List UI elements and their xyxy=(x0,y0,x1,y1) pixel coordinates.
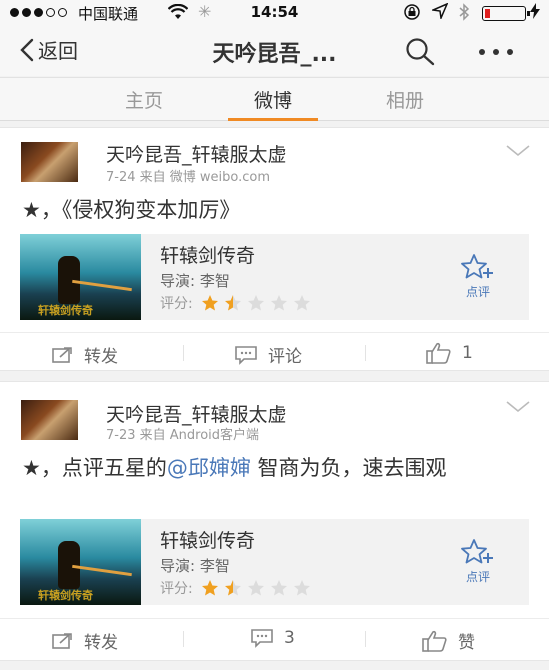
star-icon xyxy=(270,295,287,311)
weibo-post: 天吟昆吾_轩辕服太虚 7-24 来自 微博 weibo.com ★，《侵权狗变本… xyxy=(0,127,549,371)
star-plus-icon xyxy=(461,539,493,564)
page-title: 天吟昆吾_... xyxy=(212,42,337,67)
like-button[interactable]: 赞 xyxy=(422,628,475,653)
star-icon xyxy=(201,580,218,596)
rate-button-label: 点评 xyxy=(465,570,490,584)
rating-stars xyxy=(201,579,311,597)
tab-weibo[interactable]: 微博 xyxy=(228,86,318,113)
thumbs-up-icon xyxy=(422,630,447,652)
rate-button-label: 点评 xyxy=(465,285,490,299)
rating-label: 评分: xyxy=(160,296,193,312)
poster-caption: 轩辕剑传奇 xyxy=(38,589,93,602)
star-icon xyxy=(224,295,241,311)
star-plus-icon xyxy=(461,254,493,279)
tab-home[interactable]: 主页 xyxy=(99,86,189,113)
rating-label: 评分: xyxy=(160,581,193,597)
weibo-post: 天吟昆吾_轩辕服太虚 7-23 来自 Android客户端 ★，点评五星的@邱婶… xyxy=(0,381,549,661)
repost-icon xyxy=(52,346,72,363)
film-title: 轩辕剑传奇 xyxy=(160,530,256,552)
battery-icon xyxy=(482,6,530,21)
film-rating: 评分: xyxy=(160,578,311,598)
charging-icon xyxy=(530,3,540,23)
poster-caption: 轩辕剑传奇 xyxy=(38,304,93,317)
rating-stars xyxy=(201,294,311,312)
star-icon xyxy=(224,580,241,596)
star-icon xyxy=(201,295,218,311)
tab-album[interactable]: 相册 xyxy=(360,86,450,113)
post-meta: 7-23 来自 Android客户端 xyxy=(106,428,260,443)
comment-button[interactable]: 评论 xyxy=(234,342,302,367)
thumbs-up-icon xyxy=(426,342,451,364)
rate-button[interactable]: 点评 xyxy=(458,254,498,300)
like-label: 赞 xyxy=(458,633,475,653)
film-card[interactable]: 轩辕剑传奇 轩辕剑传奇 导演: 李智 评分: 点评 xyxy=(20,234,529,320)
comment-icon xyxy=(235,345,257,365)
star-icon xyxy=(293,295,310,311)
post-username[interactable]: 天吟昆吾_轩辕服太虚 xyxy=(106,400,287,427)
film-card[interactable]: 轩辕剑传奇 轩辕剑传奇 导演: 李智 评分: 点评 xyxy=(20,519,529,605)
search-icon[interactable] xyxy=(404,37,436,71)
film-director: 导演: 李智 xyxy=(160,272,230,290)
navigation-bar: 返回 天吟昆吾_... xyxy=(0,26,549,76)
avatar[interactable] xyxy=(21,400,78,440)
repost-button[interactable]: 转发 xyxy=(52,342,118,367)
comment-count: 3 xyxy=(284,628,295,648)
film-poster: 轩辕剑传奇 xyxy=(20,519,141,605)
post-text-content: ★，点评五星的 xyxy=(22,456,167,480)
star-icon xyxy=(247,295,264,311)
repost-label: 转发 xyxy=(84,633,118,653)
chevron-down-icon[interactable] xyxy=(506,398,530,417)
comment-label: 评论 xyxy=(268,347,302,367)
like-button[interactable]: 1 xyxy=(426,342,473,364)
post-actions: 转发 3 赞 xyxy=(0,618,549,658)
location-icon xyxy=(430,2,449,23)
star-icon xyxy=(270,580,287,596)
chevron-down-icon[interactable] xyxy=(506,142,530,161)
film-poster: 轩辕剑传奇 xyxy=(20,234,141,320)
comment-icon xyxy=(251,629,273,648)
orientation-lock-icon xyxy=(402,4,422,24)
post-text-content: 智商为负，速去围观 xyxy=(250,456,447,480)
post-actions: 转发 评论 1 xyxy=(0,332,549,372)
status-bar: 中国联通 ✳ 14:54 xyxy=(0,0,549,26)
film-title: 轩辕剑传奇 xyxy=(160,245,256,267)
more-options-icon[interactable] xyxy=(478,38,514,63)
bluetooth-icon xyxy=(458,3,470,25)
post-text: ★，点评五星的@邱婶婶 智商为负，速去围观 xyxy=(22,452,527,484)
repost-icon xyxy=(52,632,72,649)
active-tab-indicator xyxy=(228,118,318,121)
repost-label: 转发 xyxy=(84,347,118,367)
post-username[interactable]: 天吟昆吾_轩辕服太虚 xyxy=(106,140,287,167)
rate-button[interactable]: 点评 xyxy=(458,539,498,585)
repost-button[interactable]: 转发 xyxy=(52,628,118,653)
avatar[interactable] xyxy=(21,142,78,182)
profile-tabs: 主页 微博 相册 xyxy=(0,77,549,121)
star-icon xyxy=(293,580,310,596)
star-icon xyxy=(247,580,264,596)
like-count: 1 xyxy=(462,343,473,363)
comment-button[interactable]: 3 xyxy=(250,628,295,648)
film-director: 导演: 李智 xyxy=(160,557,230,575)
post-meta: 7-24 来自 微博 weibo.com xyxy=(106,170,271,185)
film-rating: 评分: xyxy=(160,293,311,313)
post-text-content: ★，《侵权狗变本加厉》 xyxy=(22,198,241,222)
mention-link[interactable]: @邱婶婶 xyxy=(167,456,251,480)
post-text: ★，《侵权狗变本加厉》 xyxy=(22,194,527,226)
